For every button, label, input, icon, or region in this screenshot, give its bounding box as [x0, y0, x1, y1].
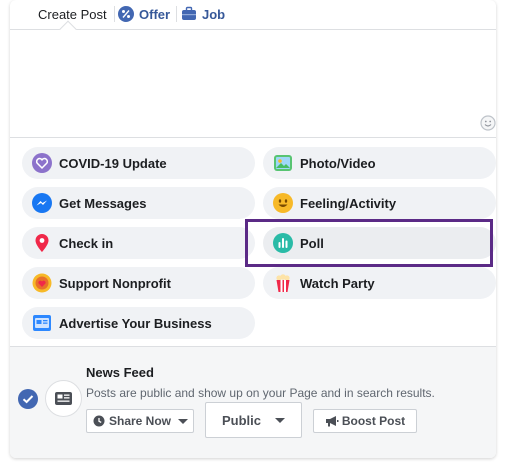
advertise-icon [33, 315, 51, 331]
option-feeling-activity[interactable]: Feeling/Activity [263, 187, 496, 219]
option-get-messages[interactable]: Get Messages [22, 187, 255, 219]
tab-divider [176, 6, 177, 22]
option-label: Support Nonprofit [59, 275, 171, 291]
briefcase-icon [182, 6, 196, 20]
boost-post-label: Boost Post [341, 414, 406, 428]
composer-tabs: Create Post Offer Job [10, 0, 496, 38]
megaphone-icon [325, 416, 339, 427]
tab-create-post[interactable]: Create Post [38, 0, 107, 28]
option-label: Get Messages [59, 195, 147, 211]
option-support-nonprofit[interactable]: Support Nonprofit [22, 267, 255, 299]
photo-icon [274, 155, 292, 171]
tab-offer-label: Offer [139, 6, 171, 22]
checkmark-icon [22, 395, 34, 404]
option-check-in[interactable]: Check in [22, 227, 255, 259]
messenger-icon [32, 193, 52, 213]
option-label: Photo/Video [300, 155, 376, 171]
option-label: Watch Party [300, 275, 375, 291]
public-label: Public [221, 412, 261, 428]
news-feed-checkbox[interactable] [18, 389, 38, 409]
tab-offer[interactable]: Offer [118, 0, 170, 28]
offer-badge-icon [118, 6, 134, 22]
share-now-button[interactable]: Share Now [86, 409, 194, 433]
share-now-label: Share Now [109, 414, 172, 428]
publish-footer: News Feed Posts are public and show up o… [10, 346, 496, 458]
option-watch-party[interactable]: Watch Party [263, 267, 496, 299]
emoji-icon[interactable] [480, 115, 496, 131]
news-feed-description: Posts are public and show up on your Pag… [86, 386, 435, 400]
tab-job-label: Job [202, 6, 226, 22]
option-label: Check in [59, 235, 114, 251]
clock-icon [93, 415, 105, 427]
news-feed-avatar [45, 380, 82, 417]
smiley-icon [273, 193, 293, 213]
popcorn-icon [276, 274, 290, 292]
news-feed-icon [55, 392, 72, 405]
option-photo-video[interactable]: Photo/Video [263, 147, 496, 179]
covid-heart-icon [32, 153, 52, 173]
tab-create-post-label: Create Post [38, 6, 107, 22]
poll-highlight-frame [245, 219, 493, 267]
chevron-down-icon [275, 417, 285, 423]
option-advertise-business[interactable]: Advertise Your Business [22, 307, 255, 339]
option-label: Advertise Your Business [59, 315, 212, 331]
tab-divider [114, 6, 115, 22]
option-label: COVID-19 Update [59, 155, 167, 171]
news-feed-title: News Feed [86, 365, 154, 380]
audience-select-button[interactable]: Public [205, 402, 302, 438]
chevron-down-icon [178, 418, 189, 424]
tab-job[interactable]: Job [181, 0, 225, 28]
option-label: Feeling/Activity [300, 195, 397, 211]
post-text-area[interactable] [10, 31, 496, 138]
nonprofit-icon [32, 273, 52, 293]
boost-post-button[interactable]: Boost Post [313, 409, 417, 433]
location-pin-icon [35, 234, 49, 252]
option-covid-update[interactable]: COVID-19 Update [22, 147, 255, 179]
